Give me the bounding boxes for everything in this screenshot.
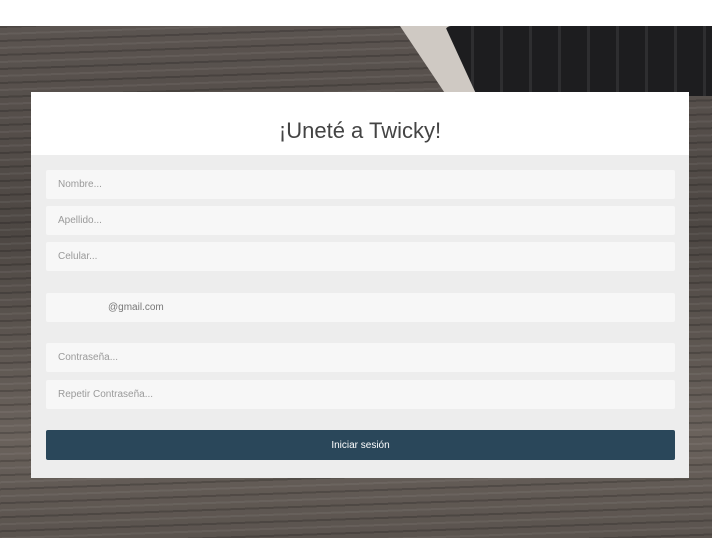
email-input[interactable]: @gmail.com [46, 293, 675, 322]
submit-button[interactable]: Iniciar sesión [46, 430, 675, 460]
signup-card: ¡Uneté a Twicky! @gmail.com Iniciar sesi… [31, 92, 689, 478]
keyboard-image [445, 26, 712, 96]
apellido-input[interactable] [46, 206, 675, 235]
repeat-password-input[interactable] [46, 380, 675, 409]
celular-input[interactable] [46, 242, 675, 271]
page-title: ¡Uneté a Twicky! [278, 117, 442, 143]
card-header: ¡Uneté a Twicky! [31, 92, 689, 155]
password-input[interactable] [46, 343, 675, 372]
nombre-input[interactable] [46, 170, 675, 199]
email-suffix: @gmail.com [108, 302, 164, 313]
